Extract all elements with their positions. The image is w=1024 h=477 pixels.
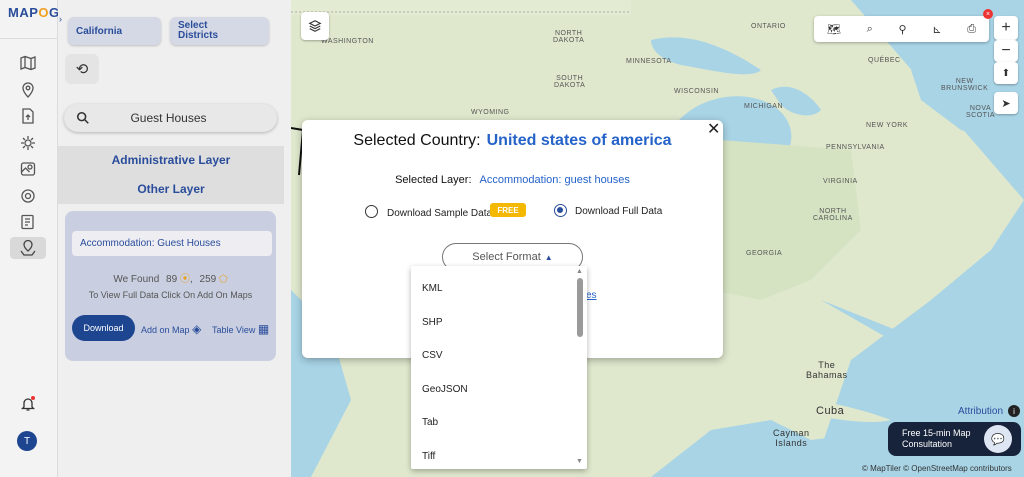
- format-option-shp[interactable]: SHP: [422, 317, 443, 328]
- toolbar-close-icon[interactable]: ×: [983, 9, 993, 19]
- dropdown-scrollbar[interactable]: [577, 278, 583, 337]
- map-label-north-dakota: NORTH DAKOTA: [553, 30, 585, 44]
- map-label-pennsylvania: PENNSYLVANIA: [826, 144, 885, 151]
- tools-icon[interactable]: [14, 132, 42, 154]
- user-avatar[interactable]: T: [17, 431, 37, 451]
- chat-icon[interactable]: 💬: [984, 425, 1012, 453]
- scroll-up-icon[interactable]: ▲: [576, 268, 583, 275]
- notification-dot: [31, 396, 35, 400]
- map-toolbar: 🗺 ⌕ ⚲ ⊾ ⎙: [814, 16, 989, 42]
- map-label-north-carolina: NORTH CAROLINA: [813, 208, 853, 222]
- street-view-icon[interactable]: ⚲: [899, 23, 907, 36]
- map-label-cuba: Cuba: [816, 405, 845, 417]
- location-pin-icon[interactable]: [14, 79, 42, 101]
- map-label-wyoming: WYOMING: [471, 109, 510, 116]
- map-label-the-bahamas: The Bahamas: [806, 360, 848, 380]
- state-selector[interactable]: California: [68, 17, 161, 45]
- format-option-tab[interactable]: Tab: [422, 417, 438, 428]
- rail-divider: [0, 38, 58, 39]
- settings-gear-icon[interactable]: [14, 185, 42, 207]
- locate-icon[interactable]: ➤: [994, 92, 1018, 114]
- sample-data-label[interactable]: Download Sample Data: [387, 208, 492, 219]
- format-option-kml[interactable]: KML: [422, 283, 443, 294]
- map-label-new-york: NEW YORK: [866, 122, 908, 129]
- free-badge: FREE: [490, 203, 526, 217]
- info-icon[interactable]: i: [1008, 405, 1020, 417]
- add-map-icon: ◈: [192, 322, 202, 336]
- mapog-logo[interactable]: MAPOG: [8, 5, 60, 20]
- table-view-button[interactable]: Table View ▦: [212, 322, 269, 336]
- format-option-csv[interactable]: CSV: [422, 350, 443, 361]
- polygon-icon: ⬠: [218, 274, 228, 285]
- notification-bell-icon[interactable]: [14, 393, 42, 415]
- table-icon: ▦: [257, 322, 270, 336]
- format-option-geojson[interactable]: GeoJSON: [422, 384, 468, 395]
- caret-up-icon: ▲: [544, 252, 553, 262]
- found-count: We Found 89 ⦿, 259 ⬠: [113, 274, 228, 285]
- reset-icon[interactable]: ⟲: [65, 54, 99, 84]
- map-copyright: © MapTiler © OpenStreetMap contributors: [862, 464, 1012, 473]
- sample-data-radio[interactable]: [365, 205, 378, 218]
- map-label-cayman-islands: Cayman Islands: [773, 428, 810, 448]
- collapse-arrow-icon[interactable]: ›: [59, 14, 62, 24]
- view-data-hint: To View Full Data Click On Add On Maps: [88, 290, 253, 300]
- map-label-ontario: ONTARIO: [751, 23, 786, 30]
- selected-layer-line: Selected Layer: Accommodation: guest hous…: [395, 174, 630, 186]
- select-districts-button[interactable]: Select Districts: [170, 17, 269, 45]
- format-dropdown-list: [411, 266, 587, 469]
- map-label-michigan: MICHIGAN: [744, 103, 783, 110]
- map-icon[interactable]: [14, 52, 42, 74]
- map-search-icon[interactable]: ⌕: [867, 23, 873, 36]
- map-pin-layer-icon[interactable]: [14, 158, 42, 180]
- report-list-icon[interactable]: [14, 211, 42, 233]
- map-label-south-dakota: SOUTH DAKOTA: [554, 75, 586, 89]
- download-button[interactable]: Download: [72, 315, 135, 341]
- map-label-virginia: VIRGINIA: [823, 178, 858, 185]
- map-label-wisconsin: WISCONSIN: [674, 88, 719, 95]
- search-icon: [76, 111, 89, 124]
- map-view-icon[interactable]: 🗺: [827, 23, 841, 36]
- map-label-quebec: QUÉBEC: [868, 57, 901, 64]
- upload-file-icon[interactable]: [14, 105, 42, 127]
- attribution-label[interactable]: Attribution: [958, 406, 1003, 417]
- map-label-nova-scotia: NOVA SCOTIA: [966, 105, 996, 119]
- zoom-in-button[interactable]: +: [994, 16, 1018, 40]
- other-layer-tab[interactable]: Other Layer: [58, 182, 284, 196]
- modal-title: Selected Country: United states of americ…: [353, 132, 672, 149]
- data-download-icon[interactable]: [10, 237, 46, 259]
- partial-link[interactable]: es: [586, 290, 597, 301]
- layer-name-field: Accommodation: Guest Houses: [72, 231, 272, 256]
- format-option-tiff[interactable]: Tiff: [422, 451, 435, 462]
- measure-icon[interactable]: ⊾: [932, 23, 941, 36]
- point-icon: ⦿: [179, 274, 190, 285]
- zoom-out-button[interactable]: −: [994, 40, 1018, 62]
- full-data-label[interactable]: Download Full Data: [575, 206, 662, 217]
- scroll-down-icon[interactable]: ▼: [576, 458, 583, 465]
- add-on-map-button[interactable]: Add on Map ◈: [141, 322, 201, 336]
- compass-icon[interactable]: ⬆: [994, 62, 1018, 84]
- administrative-layer-tab[interactable]: Administrative Layer: [58, 153, 284, 167]
- full-data-radio[interactable]: [554, 204, 567, 217]
- layers-stack-icon[interactable]: [301, 12, 329, 40]
- map-label-new-brunswick: NEW BRUNSWICK: [941, 78, 989, 92]
- layer-search-input[interactable]: Guest Houses: [64, 104, 277, 132]
- map-label-minnesota: MINNESOTA: [626, 58, 672, 65]
- print-icon[interactable]: ⎙: [967, 23, 976, 36]
- map-label-georgia: GEORGIA: [746, 250, 783, 257]
- map-label-washington: WASHINGTON: [321, 38, 374, 45]
